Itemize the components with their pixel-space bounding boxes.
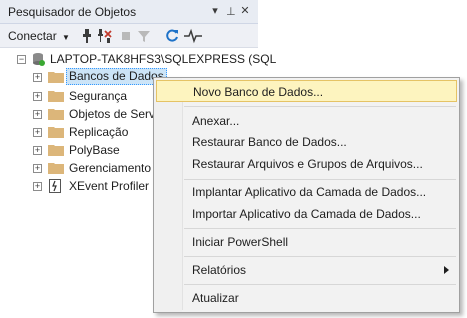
menu-item-new-database[interactable]: Novo Banco de Dados...: [156, 80, 457, 102]
menu-item-label: Importar Aplicativo da Camada de Dados..…: [192, 207, 421, 221]
expand-icon[interactable]: +: [33, 73, 42, 82]
connect-dropdown-button[interactable]: Conectar ▼: [8, 29, 70, 43]
tree-node-label: Segurança: [69, 89, 128, 103]
activity-monitor-icon[interactable]: [183, 28, 203, 44]
menu-item-attach[interactable]: Anexar...: [156, 110, 457, 132]
tree-node-label: Gerenciamento: [69, 161, 152, 175]
collapse-icon[interactable]: −: [17, 55, 26, 64]
menu-item-label: Implantar Aplicativo da Camada de Dados.…: [192, 185, 427, 199]
menu-item-deploy-data-tier-app[interactable]: Implantar Aplicativo da Camada de Dados.…: [156, 181, 457, 203]
menu-item-label: Restaurar Arquivos e Grupos de Arquivos.…: [192, 157, 423, 171]
expand-icon[interactable]: +: [33, 128, 42, 137]
filter-icon[interactable]: [136, 28, 152, 44]
menu-separator: [184, 284, 456, 285]
folder-icon: [48, 145, 64, 156]
server-label: LAPTOP-TAK8HFS3\SQLEXPRESS (SQL: [50, 52, 277, 66]
tree-node-label: Bancos de Dados: [66, 68, 167, 85]
menu-item-reports[interactable]: Relatórios: [156, 259, 457, 281]
menu-item-label: Iniciar PowerShell: [192, 235, 289, 249]
panel-titlebar: Pesquisador de Objetos ▾ ⊣ ✕: [0, 0, 258, 24]
menu-item-refresh[interactable]: Atualizar: [156, 287, 457, 309]
connect-label: Conectar: [8, 29, 57, 43]
tree-node-label: Objetos de Servi: [69, 107, 158, 121]
xevent-profiler-icon: [49, 179, 61, 193]
expand-icon[interactable]: +: [33, 92, 42, 101]
expand-icon[interactable]: +: [33, 110, 42, 119]
tree-node-server[interactable]: − LAPTOP-TAK8HFS3\SQLEXPRESS (SQL: [0, 50, 276, 68]
menu-item-restore-files[interactable]: Restaurar Arquivos e Grupos de Arquivos.…: [156, 153, 457, 175]
menu-item-import-data-tier-app[interactable]: Importar Aplicativo da Camada de Dados..…: [156, 203, 457, 225]
menu-item-label: Restaurar Banco de Dados...: [192, 135, 347, 149]
tree-node-label: XEvent Profiler: [69, 179, 150, 193]
menu-separator: [184, 256, 456, 257]
submenu-arrow-icon: [444, 266, 449, 274]
chevron-down-icon: ▼: [62, 33, 70, 42]
expand-icon[interactable]: +: [33, 182, 42, 191]
refresh-icon[interactable]: [164, 28, 180, 44]
object-explorer-toolbar: Conectar ▼: [0, 24, 258, 48]
expand-icon[interactable]: +: [33, 164, 42, 173]
tree-node-label: Replicação: [69, 125, 129, 139]
folder-icon: [48, 91, 64, 102]
menu-item-label: Novo Banco de Dados...: [193, 85, 324, 99]
menu-separator: [184, 106, 456, 107]
folder-icon: [48, 72, 64, 83]
expand-icon[interactable]: +: [33, 146, 42, 155]
disconnect-icon[interactable]: [97, 28, 113, 44]
server-icon: [33, 53, 45, 66]
menu-item-label: Anexar...: [192, 114, 240, 128]
window-position-dropdown-icon[interactable]: ▾: [208, 4, 222, 18]
menu-separator: [184, 228, 456, 229]
tree-node-label: PolyBase: [69, 143, 120, 157]
folder-icon: [48, 109, 64, 120]
folder-icon: [48, 163, 64, 174]
folder-icon: [48, 127, 64, 138]
menu-item-label: Atualizar: [192, 291, 239, 305]
menu-item-restore-database[interactable]: Restaurar Banco de Dados...: [156, 131, 457, 153]
panel-title: Pesquisador de Objetos: [8, 5, 137, 19]
pin-icon[interactable]: ⊣: [223, 4, 237, 18]
stop-icon[interactable]: [118, 28, 134, 44]
menu-item-label: Relatórios: [192, 263, 247, 277]
connect-icon[interactable]: [79, 28, 95, 44]
close-icon[interactable]: ✕: [238, 4, 252, 18]
menu-item-start-powershell[interactable]: Iniciar PowerShell: [156, 231, 457, 253]
context-menu: Novo Banco de Dados... Anexar... Restaur…: [153, 77, 460, 313]
menu-separator: [184, 179, 456, 180]
